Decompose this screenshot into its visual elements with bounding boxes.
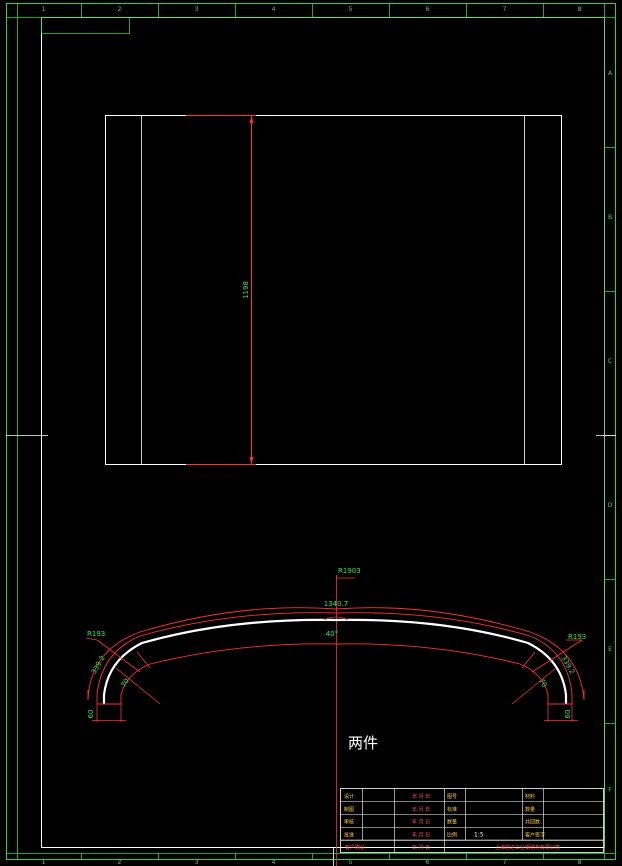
row-label: F bbox=[608, 787, 612, 794]
row-label: E bbox=[608, 646, 612, 653]
tb-row-right: 共回数 bbox=[525, 819, 540, 826]
inner-frame bbox=[41, 17, 605, 848]
row-label: A bbox=[608, 70, 613, 77]
tb-row-field: 数量 bbox=[447, 819, 457, 826]
column-label-bottom: 8 bbox=[578, 859, 582, 866]
tb-row-label: 制图 bbox=[344, 806, 354, 813]
column-label-bottom: 5 bbox=[349, 859, 353, 866]
column-label-top: 4 bbox=[272, 6, 276, 13]
tb-row-date: 年 月 日 bbox=[412, 793, 430, 800]
column-label-top: 6 bbox=[426, 6, 430, 13]
column-label-top: 7 bbox=[503, 6, 507, 13]
column-label-top: 3 bbox=[195, 6, 199, 13]
height-dimension-label: 1198 bbox=[242, 281, 250, 299]
plan-view-outline bbox=[105, 115, 562, 465]
tb-row-label: 审核 bbox=[344, 819, 354, 826]
right-leg-label: 60 bbox=[564, 710, 572, 719]
profile-inner-edge bbox=[120, 643, 549, 704]
main-radius-label: R1903 bbox=[338, 567, 361, 575]
row-label: D bbox=[608, 502, 613, 509]
column-label-bottom: 7 bbox=[503, 859, 507, 866]
tb-row-right: 材料 bbox=[525, 793, 535, 800]
column-label-bottom: 1 bbox=[42, 859, 46, 866]
row-label: B bbox=[608, 214, 612, 221]
column-label-bottom: 2 bbox=[118, 859, 122, 866]
row-label: C bbox=[608, 358, 612, 365]
tb-footer-label: 客户确认 bbox=[345, 844, 365, 851]
tb-row-right: 数量 bbox=[525, 806, 535, 813]
tb-scale: 1:5 bbox=[474, 831, 484, 838]
tb-row-date: 年 月 日 bbox=[412, 806, 430, 813]
tb-row-field: 比例 bbox=[447, 831, 457, 838]
quantity-note: 两件 bbox=[348, 734, 378, 752]
tb-row-date: 年 月 日 bbox=[412, 819, 430, 826]
arc-length-label: 1340.7 bbox=[324, 600, 349, 608]
right-radius-label: R193 bbox=[568, 633, 586, 641]
drawing-number-box bbox=[41, 17, 130, 34]
column-label-top: 1 bbox=[42, 6, 46, 13]
angle-label: 40° bbox=[326, 630, 338, 638]
column-label-bottom: 3 bbox=[195, 859, 199, 866]
tb-row-field: 图号 bbox=[447, 794, 457, 800]
column-label-bottom: 6 bbox=[426, 859, 430, 866]
tb-footer-date: 年 月 日 bbox=[412, 844, 430, 851]
tb-row-field: 标准 bbox=[447, 806, 457, 813]
column-label-top: 5 bbox=[349, 6, 353, 13]
right-width-label: 70 bbox=[537, 677, 548, 689]
tb-row-label: 批准 bbox=[344, 831, 354, 838]
left-radius-label: R193 bbox=[87, 630, 105, 638]
column-label-top: 2 bbox=[118, 6, 122, 13]
outer-dimension-arc bbox=[87, 607, 585, 701]
tb-company: 上海恩达工业钢结构有限公司 bbox=[495, 844, 560, 851]
title-block: 设计年 月 日图号 材料制图年 月 日标准 数量审核年 月 日数量 共回数批准年 月 … bbox=[340, 788, 604, 853]
tb-row-label: 设计 bbox=[344, 793, 354, 800]
profile-outer-edge bbox=[96, 612, 573, 704]
tb-row-right: 客户签字 bbox=[525, 831, 545, 838]
cad-drawing: 1 2 3 4 5 6 7 8 1 2 3 4 5 6 7 8 A B C D E F 1198 R1903 1340… bbox=[6, 3, 616, 866]
left-leg-label: 60 bbox=[87, 710, 95, 719]
left-arc-label: 339.2 bbox=[90, 654, 107, 675]
column-label-bottom: 4 bbox=[272, 859, 276, 866]
column-label-top: 8 bbox=[578, 6, 582, 13]
tb-row-date: 年 月 日 bbox=[412, 831, 430, 838]
